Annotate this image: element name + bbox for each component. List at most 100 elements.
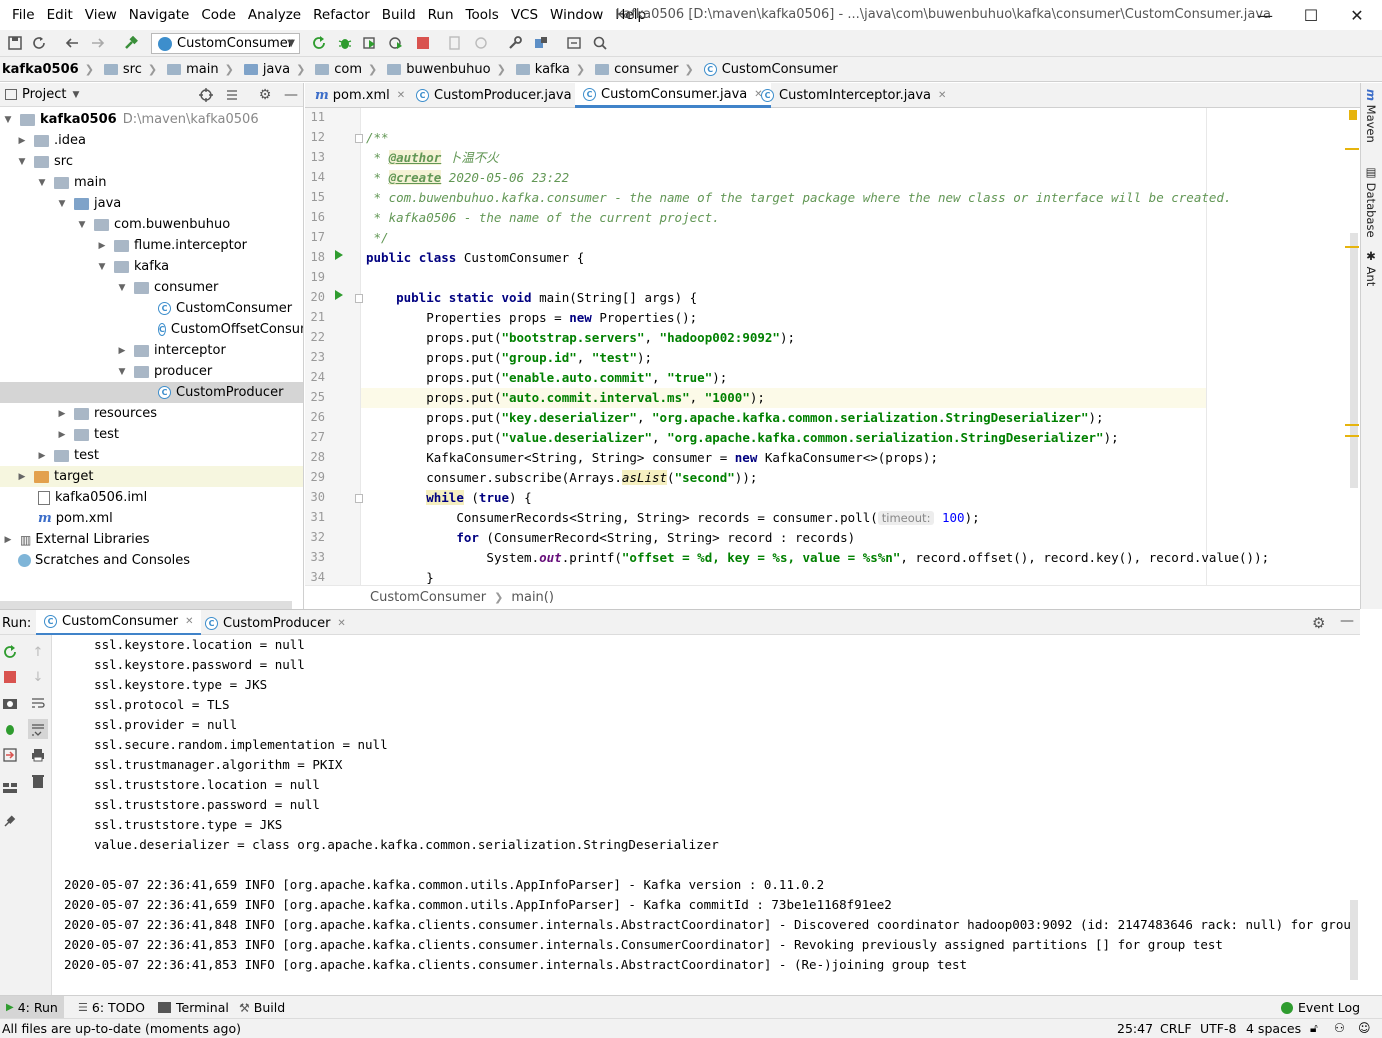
tree-item-customproducer[interactable]: C CustomProducer	[0, 382, 303, 403]
stop-icon[interactable]	[2, 669, 18, 685]
menu-file[interactable]: File	[0, 0, 41, 30]
minimize-panel-icon[interactable]: —	[1340, 613, 1354, 629]
chevron-down-icon[interactable]: ▼	[72, 90, 79, 100]
menu-refactor[interactable]: Refactor	[307, 0, 376, 30]
tab-customproducer[interactable]: C CustomProducer.java ✕	[408, 83, 595, 108]
trash-icon[interactable]	[30, 773, 46, 789]
terminal-tool-button[interactable]: Terminal	[152, 996, 235, 1019]
tree-item-src[interactable]: ▼ src	[0, 151, 303, 172]
tree-item-target[interactable]: ▶ target	[0, 466, 303, 487]
tree-item-kafka[interactable]: ▼ kafka	[0, 256, 303, 277]
search-icon[interactable]	[591, 34, 609, 52]
gear-icon[interactable]: ⚙	[1312, 614, 1325, 632]
line-separator[interactable]: CRLF	[1160, 1019, 1192, 1038]
project-structure-icon[interactable]	[532, 34, 550, 52]
print-icon[interactable]	[30, 747, 46, 763]
menu-navigate[interactable]: Navigate	[123, 0, 196, 30]
indent-setting[interactable]: 4 spaces	[1246, 1019, 1301, 1038]
close-tab-icon[interactable]: ✕	[397, 90, 405, 101]
editor-vertical-scrollbar[interactable]	[1350, 233, 1358, 488]
maven-tool-tab[interactable]: m Maven	[1364, 89, 1378, 143]
breadcrumb-com[interactable]: com ❯	[309, 62, 381, 77]
rerun-icon[interactable]	[2, 644, 18, 660]
rerun-icon[interactable]	[310, 34, 328, 52]
layout-icon[interactable]	[2, 780, 18, 796]
ant-tool-tab[interactable]: ✱ Ant	[1364, 249, 1378, 286]
menu-code[interactable]: Code	[195, 0, 242, 30]
lock-icon[interactable]: 🔓︎	[1310, 1019, 1318, 1038]
tree-item-pom-xml[interactable]: m pom.xml	[0, 508, 303, 529]
tree-item-com-buwenbuhuo[interactable]: ▼ com.buwenbuhuo	[0, 214, 303, 235]
project-panel-title[interactable]: Project	[22, 87, 66, 102]
event-log-button[interactable]: Event Log	[1275, 996, 1366, 1019]
breadcrumb-buwenbuhuo[interactable]: buwenbuhuo ❯	[381, 62, 510, 77]
debug-bug-icon[interactable]	[2, 721, 18, 737]
tree-item-idea[interactable]: ▶ .idea	[0, 130, 303, 151]
menu-run[interactable]: Run	[422, 0, 460, 30]
run-main-icon[interactable]	[335, 290, 343, 300]
tab-custominterceptor[interactable]: C CustomInterceptor.java ✕	[753, 83, 954, 108]
project-horizontal-scrollbar[interactable]	[0, 601, 292, 609]
maximize-button[interactable]: ☐	[1288, 0, 1334, 30]
fold-marker-icon[interactable]	[355, 494, 363, 503]
fold-marker-icon[interactable]	[355, 294, 363, 303]
tree-item-customconsumer[interactable]: C CustomConsumer	[0, 298, 303, 319]
settings-wrench-icon[interactable]	[506, 34, 524, 52]
tree-item-test-main[interactable]: ▶ test	[0, 424, 303, 445]
close-window-button[interactable]: ✕	[1334, 0, 1380, 30]
fold-marker-icon[interactable]	[355, 134, 363, 143]
tree-item-flume-interceptor[interactable]: ▶ flume.interceptor	[0, 235, 303, 256]
breadcrumb-kafka[interactable]: kafka ❯	[510, 62, 589, 77]
breadcrumb-consumer[interactable]: consumer ❯	[589, 62, 698, 77]
warning-stripe[interactable]	[1345, 424, 1359, 426]
locate-file-icon[interactable]	[197, 86, 215, 104]
profiler-icon[interactable]	[387, 34, 405, 52]
back-arrow-icon[interactable]	[63, 34, 81, 52]
run-tool-button[interactable]: ▶ 4: Run	[0, 996, 64, 1019]
scroll-up-arrow-icon[interactable]: ↑	[30, 644, 46, 660]
menu-vcs[interactable]: VCS	[505, 0, 544, 30]
editor-crumb-class[interactable]: CustomConsumer	[370, 590, 486, 605]
scroll-to-end-icon[interactable]	[28, 719, 48, 739]
exit-icon[interactable]	[2, 747, 18, 763]
minimize-panel-icon[interactable]: —	[282, 86, 300, 104]
build-tool-button[interactable]: ⚒ Build	[233, 996, 291, 1019]
menu-window[interactable]: Window	[544, 0, 609, 30]
breadcrumb-main[interactable]: main ❯	[161, 62, 238, 77]
tree-item-producer[interactable]: ▼ producer	[0, 361, 303, 382]
menu-tools[interactable]: Tools	[460, 0, 505, 30]
run-configuration-dropdown[interactable]: CustomConsumer ▼	[151, 33, 300, 54]
debug-bug-icon[interactable]	[336, 34, 354, 52]
tree-item-consumer[interactable]: ▼ consumer	[0, 277, 303, 298]
tree-item-scratches[interactable]: Scratches and Consoles	[0, 550, 303, 571]
collapse-all-icon[interactable]	[223, 86, 241, 104]
tree-item-main[interactable]: ▼ main	[0, 172, 303, 193]
tree-item-java[interactable]: ▼ java	[0, 193, 303, 214]
minimize-button[interactable]: —	[1242, 0, 1288, 30]
tree-item-customoffsetconsumer[interactable]: C CustomOffsetConsumer	[0, 319, 303, 340]
run-class-icon[interactable]	[335, 250, 343, 260]
close-tab-icon[interactable]: ✕	[185, 616, 193, 627]
warning-stripe[interactable]	[1345, 435, 1359, 437]
menu-edit[interactable]: Edit	[41, 0, 79, 30]
breadcrumb-customconsumer[interactable]: C CustomConsumer	[698, 62, 842, 77]
sdk-window-icon[interactable]	[565, 34, 583, 52]
scroll-down-arrow-icon[interactable]: ↓	[30, 669, 46, 685]
menu-build[interactable]: Build	[376, 0, 422, 30]
pin-icon[interactable]	[2, 813, 18, 829]
tree-item-kafka0506[interactable]: ▼ kafka0506 D:\maven\kafka0506	[0, 109, 303, 130]
breadcrumb-src[interactable]: src ❯	[98, 62, 161, 77]
tab-pom-xml[interactable]: m pom.xml ✕	[307, 83, 413, 108]
caret-position[interactable]: 25:47	[1117, 1019, 1153, 1038]
run-with-coverage-icon[interactable]	[361, 34, 379, 52]
stop-icon[interactable]	[414, 34, 432, 52]
tree-item-interceptor[interactable]: ▶ interceptor	[0, 340, 303, 361]
soft-wrap-icon[interactable]	[30, 695, 46, 711]
menu-view[interactable]: View	[79, 0, 123, 30]
editor-crumb-method[interactable]: main()	[511, 590, 554, 605]
synchronize-icon[interactable]	[30, 34, 48, 52]
close-tab-icon[interactable]: ✕	[938, 90, 946, 101]
code-editor[interactable]: 11 12 13 14 15 16 17 18 19 20 21 22 23 2…	[305, 108, 1360, 585]
save-all-icon[interactable]	[6, 34, 24, 52]
warning-stripe[interactable]	[1345, 148, 1359, 150]
